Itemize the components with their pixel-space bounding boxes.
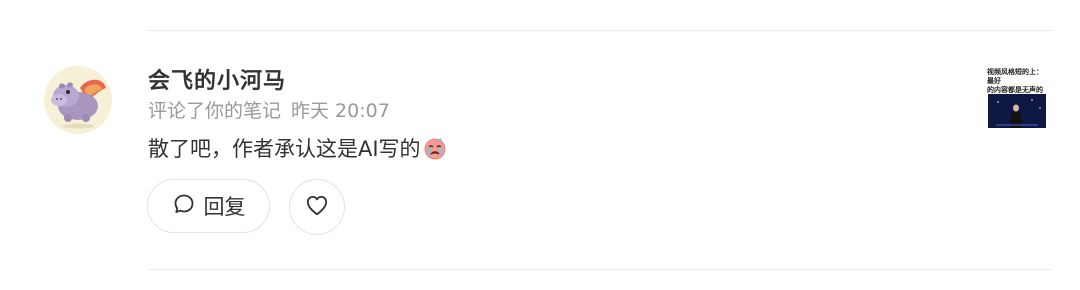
bottom-divider xyxy=(148,269,1052,270)
comment-text-row: 散了吧，作者承认这是AI写的 xyxy=(148,133,447,163)
notification-page: 会飞的小河马 评论了你的笔记 昨天 20:07 散了吧，作者承认这是AI写的 回复 xyxy=(0,0,1080,290)
avatar[interactable] xyxy=(44,66,112,134)
chat-bubble-icon xyxy=(172,192,196,220)
notification-meta: 评论了你的笔记 昨天 20:07 xyxy=(148,96,390,123)
thumbnail-text: 视频风格短的上：最好 的内容都是无声的 xyxy=(987,68,1043,94)
heart-outline-icon xyxy=(304,192,330,222)
reply-button[interactable]: 回复 xyxy=(147,179,270,233)
like-button[interactable] xyxy=(289,179,345,235)
comment-text: 散了吧，作者承认这是AI写的 xyxy=(148,137,421,161)
username[interactable]: 会飞的小河马 xyxy=(148,63,286,95)
timestamp: 昨天 20:07 xyxy=(291,100,390,122)
hippo-avatar-icon xyxy=(44,66,112,134)
crying-face-emoji-icon xyxy=(423,136,447,160)
note-thumbnail[interactable]: 视频风格短的上：最好 的内容都是无声的 xyxy=(985,66,1049,132)
action-text: 评论了你的笔记 xyxy=(148,100,282,122)
reply-label: 回复 xyxy=(203,195,246,219)
top-divider xyxy=(148,30,1052,31)
thumbnail-video-frame xyxy=(988,94,1046,128)
